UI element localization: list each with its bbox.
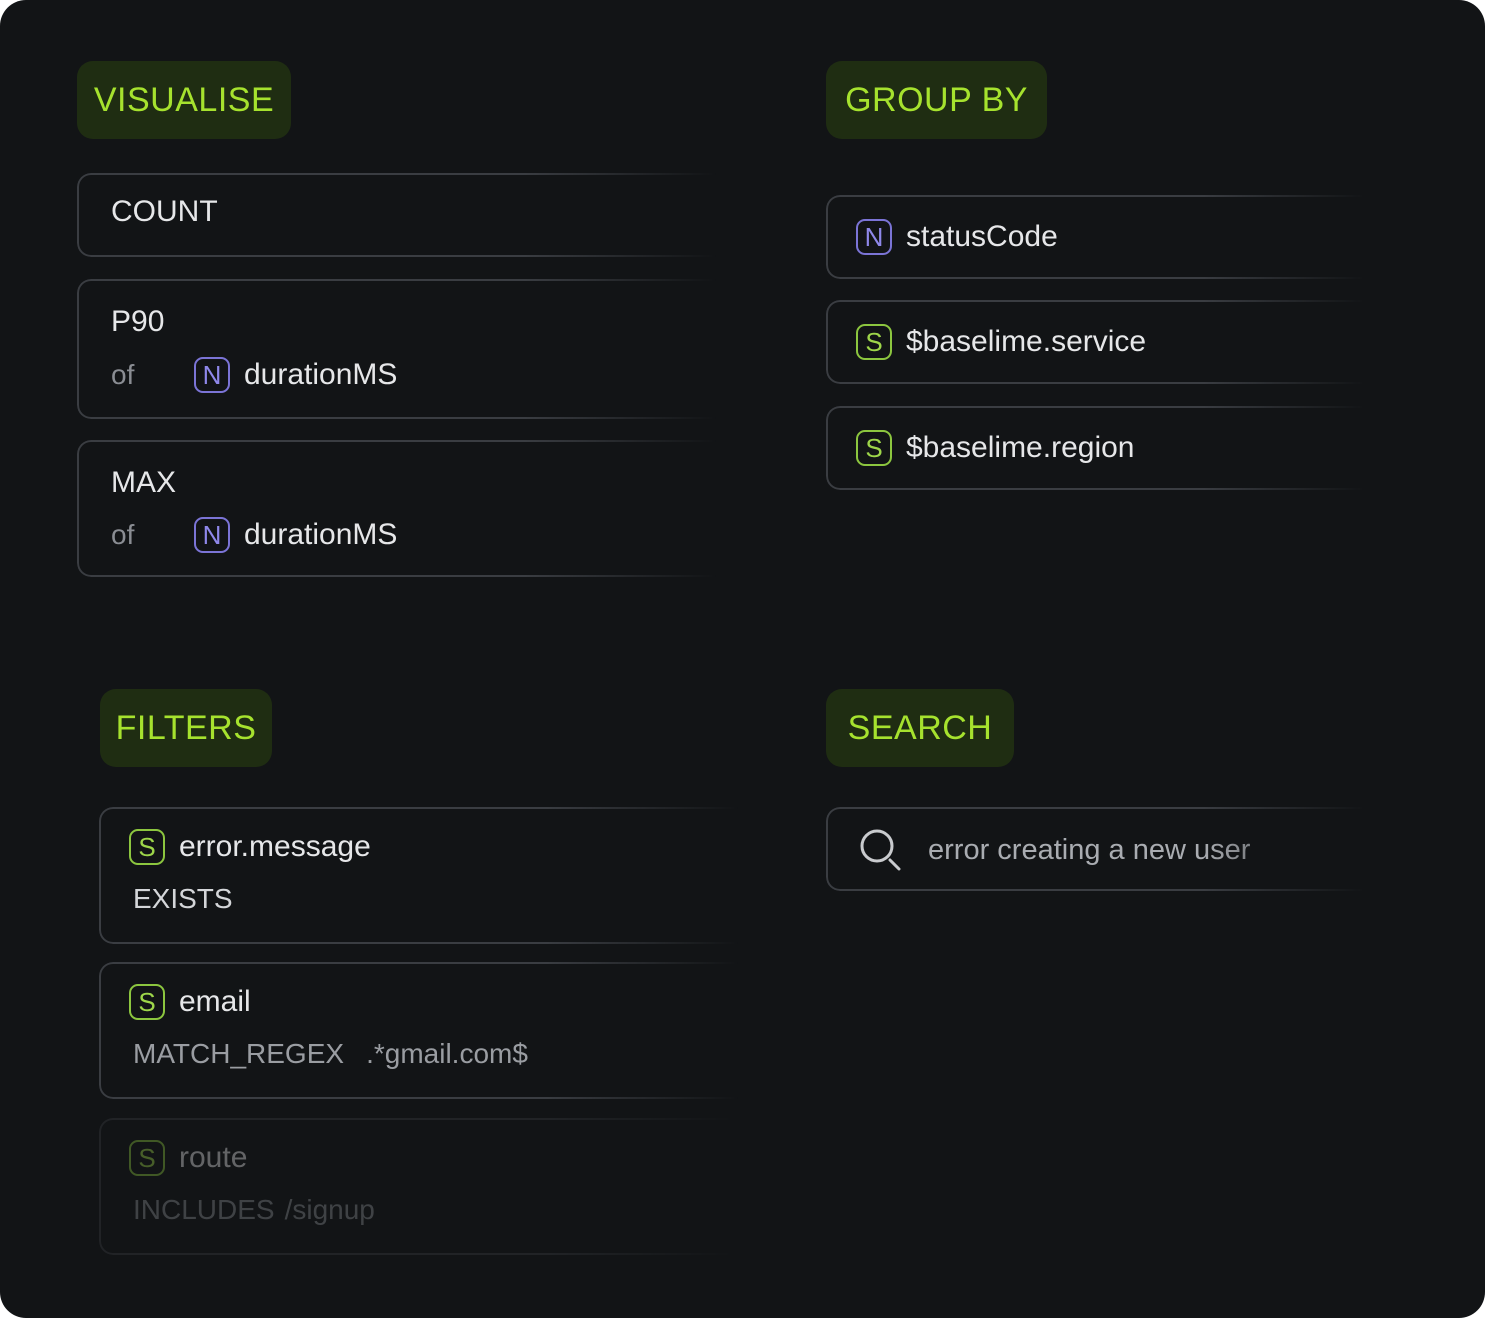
- group-by-item[interactable]: N statusCode: [826, 195, 1366, 279]
- field-name: durationMS: [244, 358, 398, 391]
- filter-value: .*gmail.com$: [366, 1038, 528, 1069]
- search-input[interactable]: error creating a new user: [826, 807, 1366, 891]
- visualise-item-count[interactable]: COUNT: [77, 173, 717, 257]
- visualise-op-label: P90: [111, 305, 165, 338]
- of-label: of: [111, 359, 135, 390]
- search-icon: [858, 827, 904, 873]
- filter-operator: EXISTS: [133, 883, 233, 914]
- filter-operator: MATCH_REGEX: [133, 1038, 345, 1069]
- visualise-tag: VISUALISE: [77, 61, 291, 139]
- of-label: of: [111, 519, 135, 550]
- visualise-item-max[interactable]: MAX of N durationMS: [77, 440, 717, 577]
- filters-tag: FILTERS: [100, 689, 272, 767]
- filter-item[interactable]: S email MATCH_REGEX .*gmail.com$: [99, 962, 739, 1099]
- field-name: durationMS: [244, 518, 398, 551]
- filter-operator: INCLUDES: [133, 1194, 275, 1225]
- search-tag-label: SEARCH: [847, 708, 993, 747]
- string-type-icon: S: [856, 324, 892, 360]
- visualise-op-label: MAX: [111, 466, 177, 499]
- string-type-icon: S: [129, 984, 165, 1020]
- visualise-op-label: COUNT: [111, 195, 218, 228]
- field-name: email: [179, 985, 251, 1018]
- number-type-icon: N: [194, 517, 230, 553]
- field-name: error.message: [179, 830, 371, 863]
- number-type-icon: N: [194, 357, 230, 393]
- string-type-icon: S: [129, 829, 165, 865]
- visualise-item-p90[interactable]: P90 of N durationMS: [77, 279, 717, 419]
- field-name: route: [179, 1141, 248, 1174]
- filters-tag-label: FILTERS: [115, 708, 257, 747]
- group-by-tag-label: GROUP BY: [845, 80, 1028, 119]
- field-name: $baselime.region: [906, 431, 1135, 464]
- group-by-item[interactable]: S $baselime.service: [826, 300, 1366, 384]
- string-type-icon: S: [856, 430, 892, 466]
- visualise-tag-label: VISUALISE: [93, 80, 275, 119]
- search-tag: SEARCH: [826, 689, 1014, 767]
- number-type-icon: N: [856, 219, 892, 255]
- group-by-item[interactable]: S $baselime.region: [826, 406, 1366, 490]
- filter-item[interactable]: S route INCLUDES /signup: [99, 1118, 739, 1255]
- field-name: statusCode: [906, 220, 1058, 253]
- filter-item[interactable]: S error.message EXISTS: [99, 807, 739, 944]
- field-name: $baselime.service: [906, 325, 1147, 358]
- filter-value: /signup: [284, 1194, 375, 1225]
- query-builder-panel: VISUALISE COUNT P90 of N durationMS MAX …: [0, 0, 1485, 1318]
- string-type-icon: S: [129, 1140, 165, 1176]
- group-by-tag: GROUP BY: [826, 61, 1047, 139]
- search-query: error creating a new user: [928, 833, 1251, 866]
